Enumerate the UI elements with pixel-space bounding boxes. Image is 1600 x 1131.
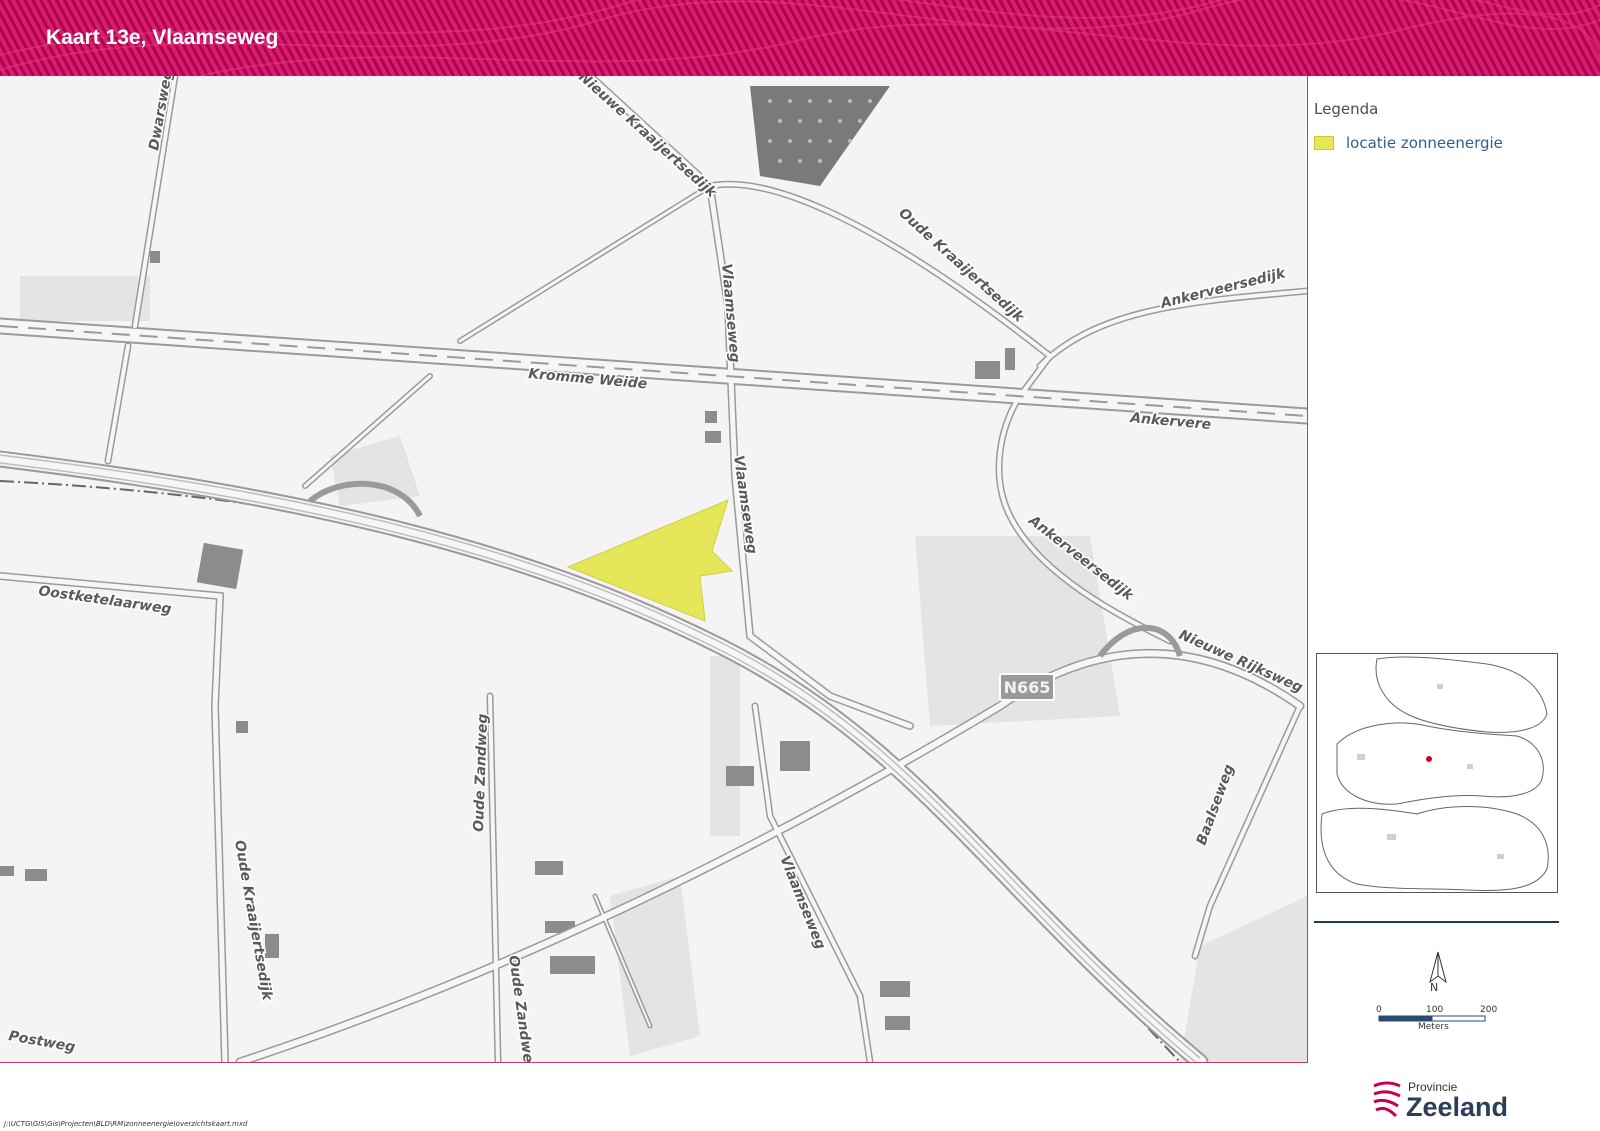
scale-tick-0: 0	[1376, 1005, 1382, 1015]
road-label-nieuwe-kraaijertsedijk: Nieuwe Kraaijertsedijk	[575, 76, 720, 202]
inset-svg	[1320, 656, 1549, 892]
road-label-baalseweg: Baalseweg	[1194, 762, 1238, 847]
road-label-oude-kraaijertsedijk: Oude Kraaijertsedijk	[895, 205, 1028, 327]
map-svg: Dwarsweg Nieuwe Kraaijertsedijk Oude Kra…	[0, 76, 1307, 1062]
logo-line2: Zeeland	[1406, 1092, 1509, 1122]
provincie-zeeland-logo-icon	[1373, 1081, 1401, 1118]
road-shield-n665: N665	[999, 673, 1055, 701]
road-label-vlaamseweg-north: Vlaamseweg	[718, 263, 743, 363]
overview-inset-map	[1316, 653, 1558, 893]
road-label-oude-zandweg-north: Oude Zandweg	[471, 713, 491, 832]
header-banner: Kaart 13e, Vlaamseweg	[0, 0, 1600, 76]
north-label: N	[1430, 981, 1439, 994]
inset-location-marker	[1426, 756, 1432, 762]
orchard-area	[750, 86, 890, 186]
legend-title: Legenda	[1314, 100, 1379, 118]
divider	[1314, 921, 1559, 923]
road-label-ankerveersedijk-north: Ankerveersedijk	[1158, 265, 1288, 312]
scale-tick-100: 100	[1426, 1005, 1444, 1015]
road-shield-label: N665	[1004, 678, 1051, 697]
legend-swatch-yellow	[1314, 136, 1334, 150]
road-label-oude-kraaijertsedijk-south: Oude Kraaijertsedijk	[231, 839, 275, 1003]
map-title: Kaart 13e, Vlaamseweg	[46, 26, 279, 49]
legend-item-label: locatie zonneenergie	[1346, 134, 1503, 152]
map-canvas[interactable]: Dwarsweg Nieuwe Kraaijertsedijk Oude Kra…	[0, 76, 1308, 1063]
scale-unit: Meters	[1418, 1022, 1449, 1032]
scale-tick-200: 200	[1480, 1005, 1498, 1015]
road-label-postweg: Postweg	[7, 1028, 76, 1055]
solar-energy-location[interactable]	[566, 499, 734, 622]
file-path: J:\UCTG\GIS\Gis\Projecten\BLD\RM\zonneen…	[4, 1120, 248, 1128]
legend: Legenda locatie zonneenergie	[1314, 100, 1594, 152]
legend-item: locatie zonneenergie	[1314, 134, 1594, 152]
road-label-oude-zandweg-south: Oude Zandweg	[505, 954, 537, 1062]
road-label-vlaamseweg-south: Vlaamseweg	[776, 854, 828, 952]
